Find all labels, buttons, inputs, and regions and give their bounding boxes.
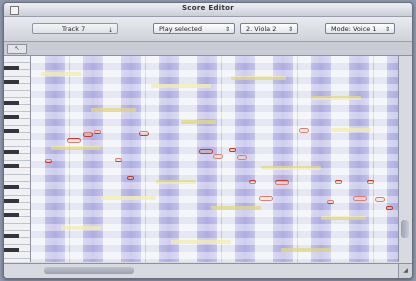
note-event[interactable]	[386, 206, 393, 210]
piano-black-key[interactable]	[4, 115, 19, 119]
play-mode-value: Play selected	[159, 25, 203, 33]
piano-black-key[interactable]	[4, 150, 19, 154]
note-event[interactable]	[94, 130, 101, 134]
updown-arrows-icon: ⇕	[384, 26, 390, 33]
piano-black-key[interactable]	[4, 101, 19, 105]
window-title: Score Editor	[181, 4, 235, 12]
ghost-note	[231, 76, 286, 80]
piano-black-key[interactable]	[4, 248, 19, 252]
updown-arrows-icon: ⇕	[224, 26, 230, 33]
note-event[interactable]	[127, 176, 134, 180]
horizontal-scroll-thumb[interactable]	[44, 267, 134, 274]
bar-line	[373, 56, 374, 262]
note-event[interactable]	[299, 128, 309, 133]
note-event[interactable]	[327, 200, 334, 204]
note-event[interactable]	[259, 196, 273, 201]
ghost-note	[156, 180, 196, 184]
chevron-down-icon: ↓	[107, 27, 113, 34]
vertical-scroll-thumb[interactable]	[401, 220, 409, 238]
bar-line	[145, 56, 146, 262]
piano-black-key[interactable]	[4, 164, 19, 168]
title-bar[interactable]: Score Editor	[4, 3, 412, 17]
piano-black-key[interactable]	[4, 80, 19, 84]
mode-value: Mode: Voice 1	[331, 25, 377, 33]
ghost-note	[331, 128, 371, 132]
ghost-note	[171, 240, 231, 244]
piano-black-key[interactable]	[4, 66, 19, 70]
ghost-note	[321, 216, 366, 220]
note-event[interactable]	[229, 148, 236, 152]
piano-black-key[interactable]	[4, 129, 19, 133]
ghost-note	[261, 166, 321, 170]
toolbar: Track 7 ↓ Play selected ⇕ 2. Viola 2 ⇕ M…	[4, 17, 412, 42]
note-event[interactable]	[213, 154, 223, 159]
time-ruler[interactable]: ↖	[4, 42, 412, 56]
note-event[interactable]	[275, 180, 289, 185]
play-mode-popup[interactable]: Play selected ⇕	[153, 23, 235, 34]
bar-line	[297, 56, 298, 262]
voice-value: 2. Viola 2	[246, 25, 277, 33]
ghost-note	[151, 84, 211, 88]
note-event[interactable]	[67, 138, 81, 143]
piano-keyboard[interactable]	[4, 56, 31, 262]
note-event[interactable]	[115, 158, 122, 162]
track-popup[interactable]: Track 7 ↓	[32, 23, 118, 34]
note-event[interactable]	[249, 180, 256, 184]
note-event[interactable]	[199, 149, 213, 154]
grow-box-icon[interactable]: ◢	[398, 263, 412, 278]
note-event[interactable]	[353, 196, 367, 201]
ghost-note	[101, 196, 156, 200]
note-event[interactable]	[139, 131, 149, 136]
note-grid[interactable]	[31, 56, 399, 262]
ghost-note	[51, 146, 101, 150]
ghost-note	[281, 248, 331, 252]
ghost-note	[181, 120, 216, 124]
piano-black-key[interactable]	[4, 199, 19, 203]
mode-popup[interactable]: Mode: Voice 1 ⇕	[325, 23, 395, 34]
updown-arrows-icon: ⇕	[287, 26, 293, 33]
voice-popup[interactable]: 2. Viola 2 ⇕	[240, 23, 298, 34]
piano-black-key[interactable]	[4, 234, 19, 238]
score-window: Score Editor Track 7 ↓ Play selected ⇕ 2…	[3, 2, 413, 279]
bar-line	[221, 56, 222, 262]
note-event[interactable]	[375, 197, 385, 202]
note-event[interactable]	[237, 155, 247, 160]
track-popup-value: Track 7	[62, 25, 86, 33]
bar-line	[69, 56, 70, 262]
pointer-tool-icon[interactable]: ↖	[7, 44, 27, 54]
ghost-note	[311, 96, 361, 100]
ghost-note	[91, 108, 136, 112]
note-event[interactable]	[335, 180, 342, 184]
piano-black-key[interactable]	[4, 213, 19, 217]
note-event[interactable]	[83, 132, 93, 137]
ghost-note	[61, 226, 101, 230]
ghost-note	[41, 72, 81, 76]
note-event[interactable]	[367, 180, 374, 184]
vertical-scrollbar[interactable]	[398, 56, 412, 262]
note-event[interactable]	[45, 159, 52, 163]
horizontal-scrollbar[interactable]	[4, 263, 399, 278]
ghost-note	[211, 206, 261, 210]
piano-black-key[interactable]	[4, 185, 19, 189]
